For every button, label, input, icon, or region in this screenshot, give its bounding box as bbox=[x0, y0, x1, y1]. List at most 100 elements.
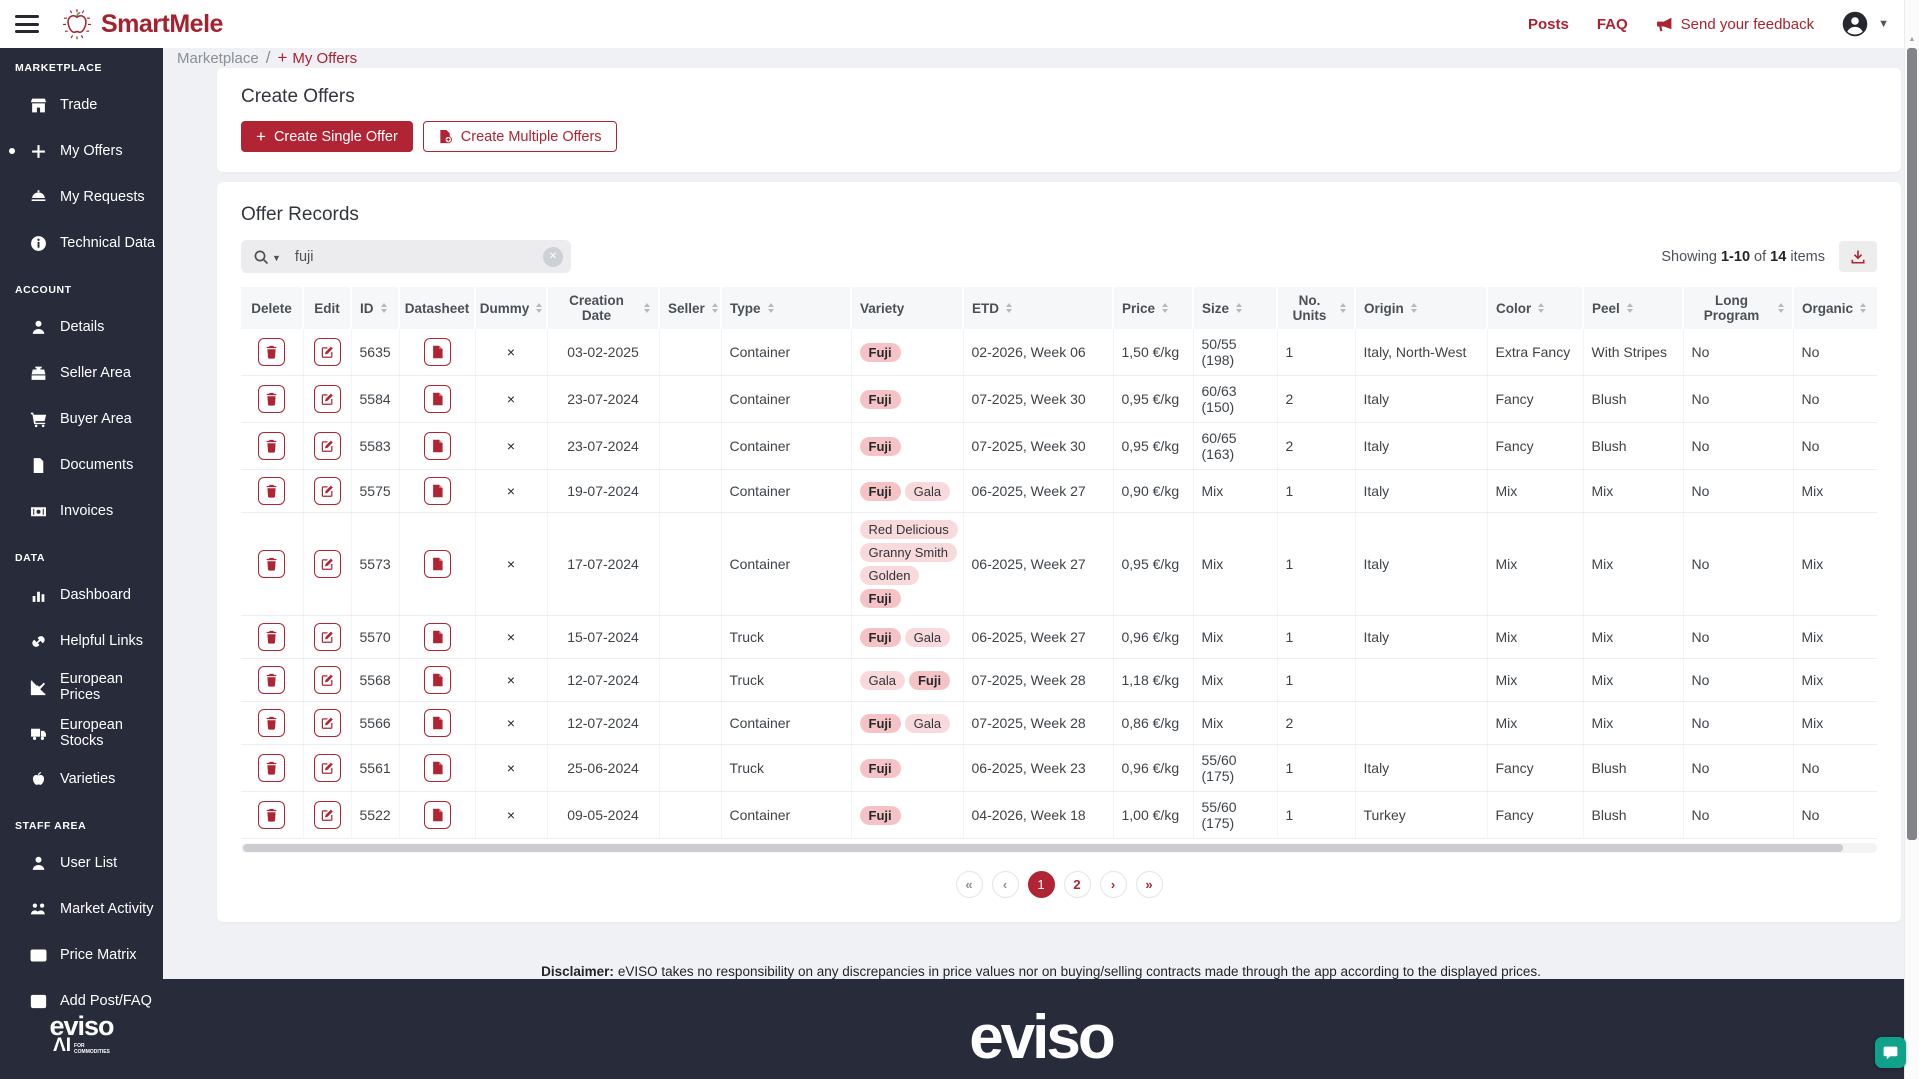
nav-link-posts[interactable]: Posts bbox=[1528, 16, 1569, 33]
create-single-offer-button[interactable]: + Create Single Offer bbox=[241, 121, 413, 152]
sidebar-item-price-matrix[interactable]: Price Matrix bbox=[0, 932, 163, 978]
breadcrumb-marketplace[interactable]: Marketplace bbox=[177, 50, 259, 67]
datasheet-button[interactable] bbox=[423, 477, 451, 505]
menu-toggle-button[interactable] bbox=[15, 15, 39, 33]
column-header-origin[interactable]: Origin bbox=[1354, 287, 1487, 329]
edit-button[interactable] bbox=[313, 754, 341, 782]
download-button[interactable] bbox=[1839, 241, 1877, 272]
column-header-size[interactable]: Size bbox=[1192, 287, 1277, 329]
search-input[interactable] bbox=[280, 248, 543, 265]
sort-arrows-icon[interactable] bbox=[1006, 303, 1012, 313]
sidebar-item-varieties[interactable]: Varieties bbox=[0, 756, 163, 802]
page-last-button[interactable]: » bbox=[1135, 871, 1163, 898]
edit-button[interactable] bbox=[313, 338, 341, 366]
delete-button[interactable] bbox=[258, 709, 286, 737]
create-multiple-offers-button[interactable]: Create Multiple Offers bbox=[422, 121, 617, 152]
column-header-type[interactable]: Type bbox=[720, 287, 851, 329]
sort-arrows-icon[interactable] bbox=[1236, 303, 1243, 313]
edit-button[interactable] bbox=[313, 666, 341, 694]
column-header-no-units[interactable]: No. Units bbox=[1276, 287, 1355, 329]
edit-button[interactable] bbox=[313, 432, 341, 460]
vertical-scrollbar[interactable]: ▲ bbox=[1904, 0, 1919, 1079]
datasheet-button[interactable] bbox=[423, 666, 451, 694]
datasheet-button[interactable] bbox=[423, 432, 451, 460]
search-filter-dropdown[interactable]: ▼ bbox=[272, 253, 281, 263]
sidebar-item-my-offers[interactable]: My Offers bbox=[0, 128, 163, 174]
column-header-color[interactable]: Color bbox=[1486, 287, 1583, 329]
edit-button[interactable] bbox=[313, 801, 341, 829]
edit-button[interactable] bbox=[313, 623, 341, 651]
column-header-peel[interactable]: Peel bbox=[1582, 287, 1683, 329]
column-header-id[interactable]: ID bbox=[350, 287, 399, 329]
page-1-button[interactable]: 1 bbox=[1027, 871, 1055, 898]
datasheet-button[interactable] bbox=[423, 550, 451, 578]
datasheet-button[interactable] bbox=[423, 801, 451, 829]
sort-arrows-icon[interactable] bbox=[536, 303, 543, 313]
delete-button[interactable] bbox=[258, 666, 286, 694]
sort-arrows-icon[interactable] bbox=[711, 303, 718, 313]
page-2-button[interactable]: 2 bbox=[1063, 871, 1091, 898]
page-first-button[interactable]: « bbox=[955, 871, 983, 898]
delete-button[interactable] bbox=[258, 801, 286, 829]
sort-arrows-icon[interactable] bbox=[1626, 303, 1633, 313]
column-header-creation-date[interactable]: Creation Date bbox=[546, 287, 659, 329]
horizontal-scrollbar[interactable] bbox=[241, 843, 1877, 853]
delete-button[interactable] bbox=[258, 385, 286, 413]
column-header-organic[interactable]: Organic bbox=[1792, 287, 1877, 329]
datasheet-button[interactable] bbox=[423, 385, 451, 413]
sort-arrows-icon[interactable] bbox=[1340, 303, 1346, 313]
delete-button[interactable] bbox=[258, 338, 286, 366]
brand-logo[interactable]: SmartMele bbox=[59, 6, 223, 42]
sort-arrows-icon[interactable] bbox=[1778, 303, 1784, 313]
edit-button[interactable] bbox=[313, 477, 341, 505]
column-header-dummy[interactable]: Dummy bbox=[474, 287, 547, 329]
column-header-price[interactable]: Price bbox=[1112, 287, 1193, 329]
delete-button[interactable] bbox=[258, 754, 286, 782]
sidebar-item-buyer-area[interactable]: Buyer Area bbox=[0, 396, 163, 442]
sort-arrows-icon[interactable] bbox=[767, 303, 774, 313]
sidebar-item-documents[interactable]: Documents bbox=[0, 442, 163, 488]
chat-widget-button[interactable] bbox=[1875, 1037, 1906, 1068]
sort-arrows-icon[interactable] bbox=[1860, 303, 1867, 313]
sidebar-item-invoices[interactable]: Invoices bbox=[0, 488, 163, 534]
sidebar-item-european-stocks[interactable]: European Stocks bbox=[0, 710, 163, 756]
page-prev-button[interactable]: ‹ bbox=[991, 871, 1019, 898]
edit-button[interactable] bbox=[313, 550, 341, 578]
datasheet-button[interactable] bbox=[423, 623, 451, 651]
datasheet-button[interactable] bbox=[423, 709, 451, 737]
sidebar-item-helpful-links[interactable]: Helpful Links bbox=[0, 618, 163, 664]
sort-arrows-icon[interactable] bbox=[644, 303, 650, 313]
sidebar-item-market-activity[interactable]: Market Activity bbox=[0, 886, 163, 932]
sidebar-item-seller-area[interactable]: Seller Area bbox=[0, 350, 163, 396]
delete-button[interactable] bbox=[258, 432, 286, 460]
delete-button[interactable] bbox=[258, 623, 286, 651]
edit-button[interactable] bbox=[313, 709, 341, 737]
sidebar-item-trade[interactable]: Trade bbox=[0, 82, 163, 128]
horizontal-scrollbar-thumb[interactable] bbox=[243, 844, 1843, 852]
sort-arrows-icon[interactable] bbox=[1410, 303, 1417, 313]
account-menu[interactable]: ▼ bbox=[1842, 11, 1889, 37]
page-next-button[interactable]: › bbox=[1099, 871, 1127, 898]
nav-link-faq[interactable]: FAQ bbox=[1597, 16, 1628, 33]
sidebar-item-details[interactable]: Details bbox=[0, 304, 163, 350]
delete-button[interactable] bbox=[258, 550, 286, 578]
sort-arrows-icon[interactable] bbox=[1538, 303, 1545, 313]
scroll-up-arrow-icon[interactable]: ▲ bbox=[1905, 36, 1919, 43]
breadcrumb-my-offers[interactable]: + My Offers bbox=[277, 48, 357, 68]
vertical-scrollbar-thumb[interactable] bbox=[1907, 48, 1917, 840]
datasheet-button[interactable] bbox=[423, 754, 451, 782]
sort-arrows-icon[interactable] bbox=[380, 303, 387, 313]
sort-arrows-icon[interactable] bbox=[1162, 303, 1169, 313]
edit-button[interactable] bbox=[313, 385, 341, 413]
sidebar-item-user-list[interactable]: User List bbox=[0, 840, 163, 886]
sidebar-item-dashboard[interactable]: Dashboard bbox=[0, 572, 163, 618]
send-feedback-link[interactable]: Send your feedback bbox=[1656, 16, 1814, 33]
sidebar-item-technical-data[interactable]: Technical Data bbox=[0, 220, 163, 266]
column-header-seller[interactable]: Seller bbox=[658, 287, 721, 329]
clear-search-button[interactable]: ✕ bbox=[543, 246, 563, 267]
delete-button[interactable] bbox=[258, 477, 286, 505]
column-header-etd[interactable]: ETD bbox=[962, 287, 1113, 329]
column-header-long-program[interactable]: Long Program bbox=[1682, 287, 1793, 329]
datasheet-button[interactable] bbox=[423, 338, 451, 366]
sidebar-item-european-prices[interactable]: European Prices bbox=[0, 664, 163, 710]
